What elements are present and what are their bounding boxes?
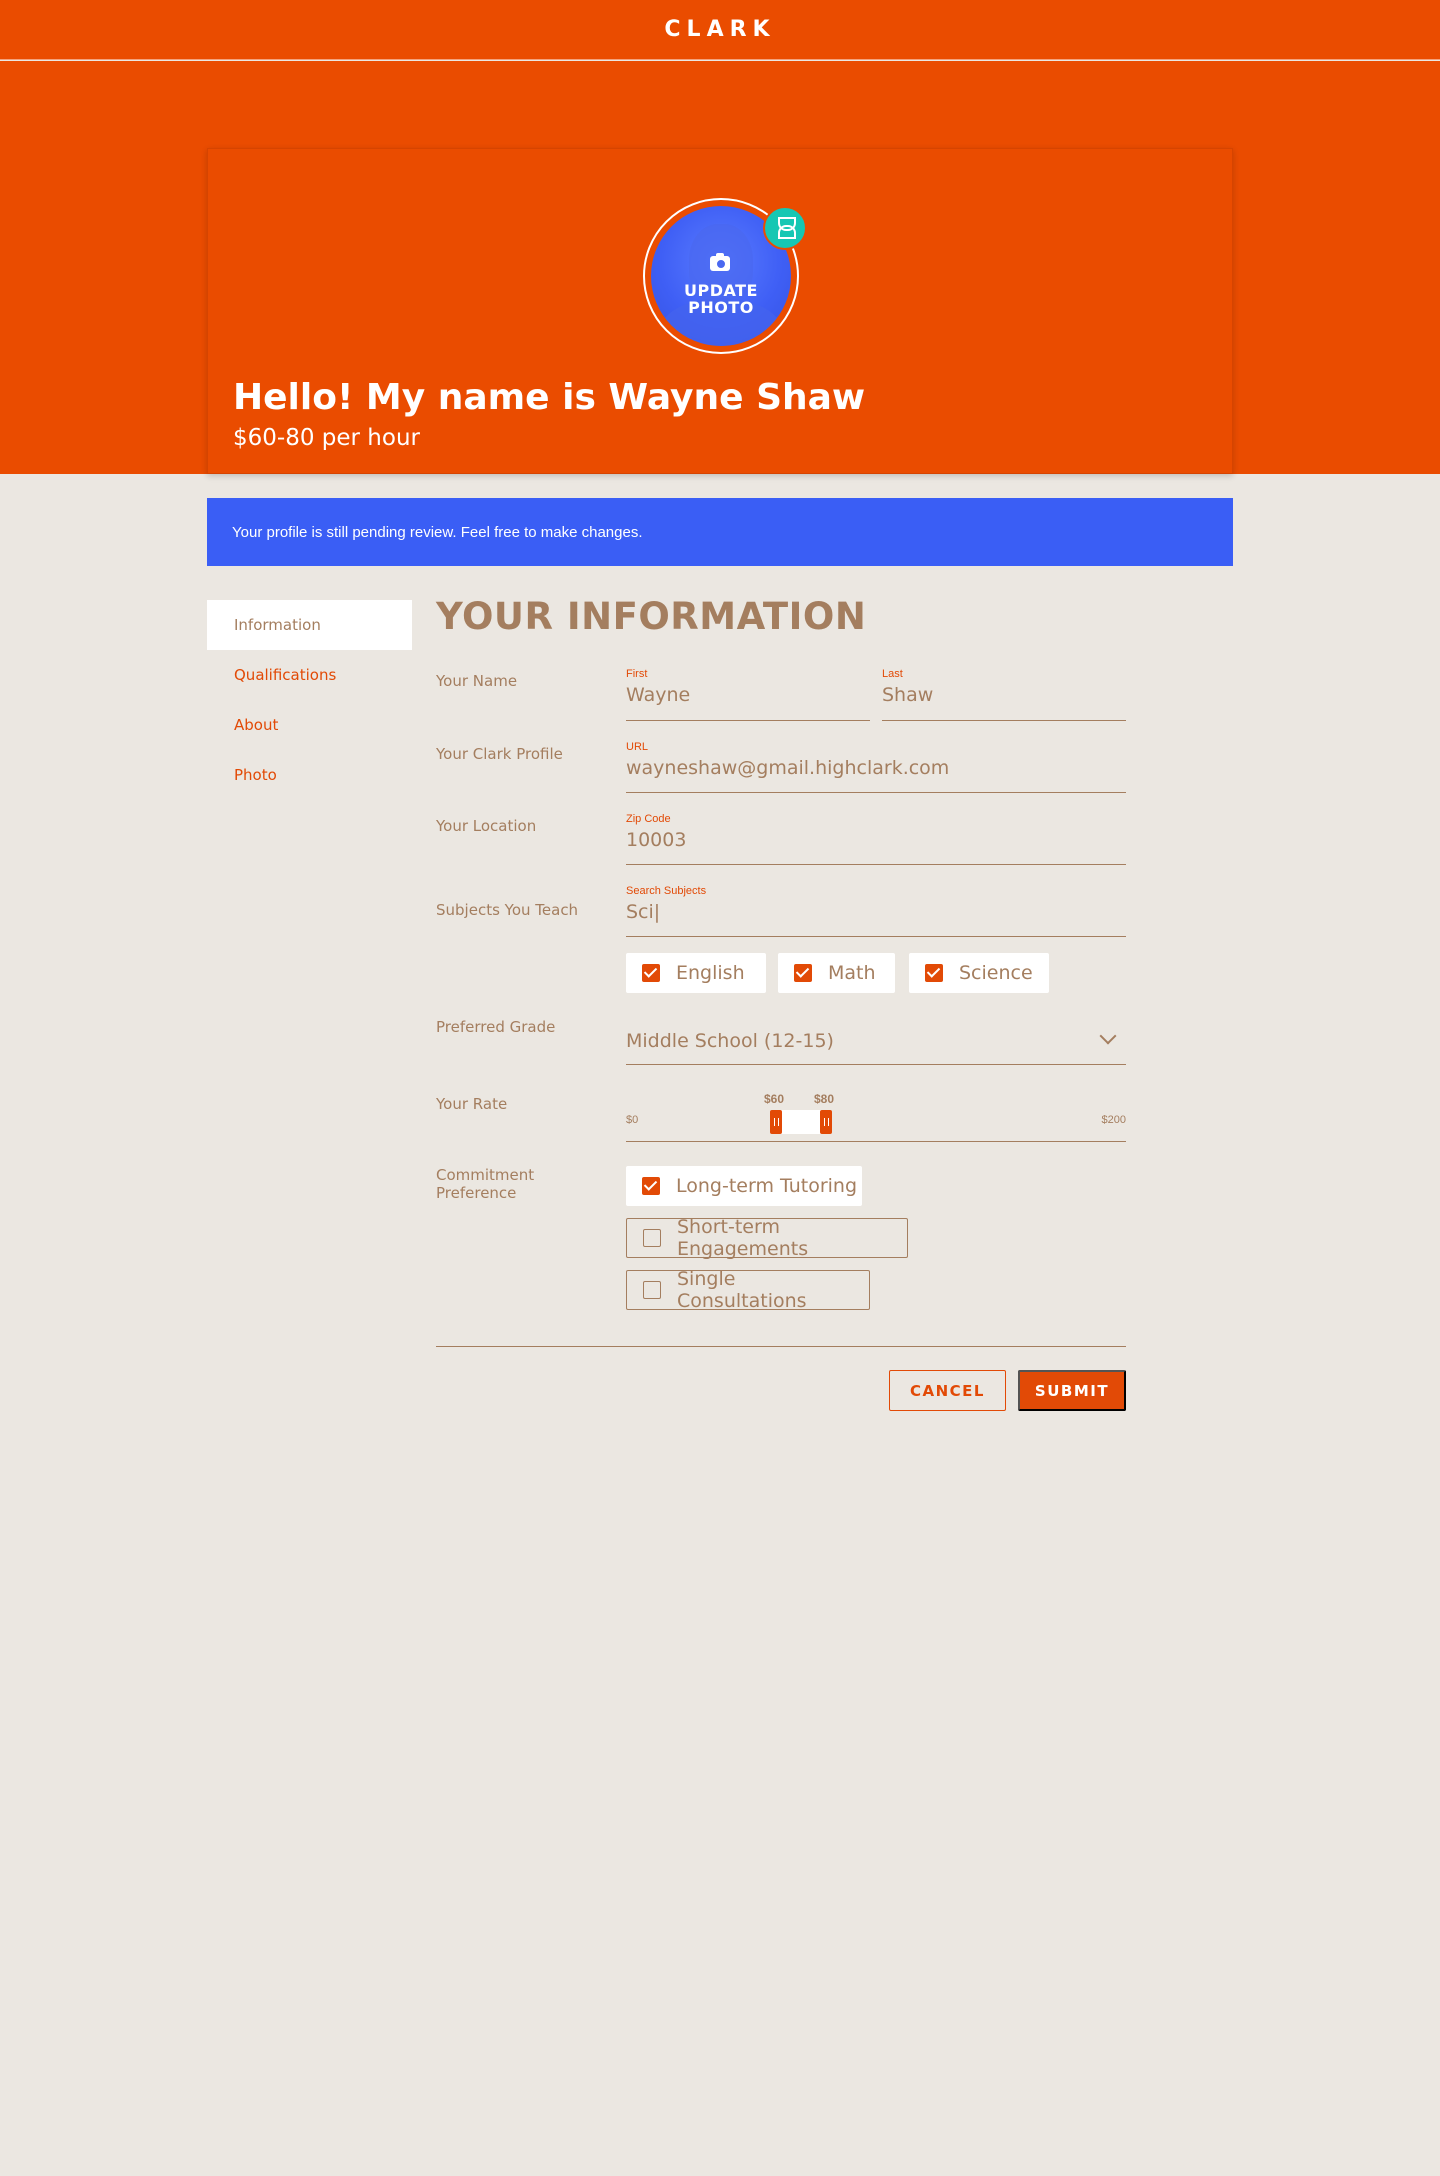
- first-name-value[interactable]: Wayne: [626, 684, 870, 706]
- camera-icon: [710, 253, 730, 271]
- form-divider: [436, 1346, 1126, 1347]
- sidebar-item-about[interactable]: About: [207, 700, 412, 750]
- subject-chip-label: Science: [959, 962, 1033, 984]
- profile-url-field[interactable]: URL wayneshaw@gmail.highclark.com: [626, 741, 1126, 793]
- commitment-option-label: Long-term Tutoring: [676, 1175, 858, 1197]
- slider-selected-range: [776, 1110, 826, 1134]
- cancel-button[interactable]: CANCEL: [889, 1370, 1006, 1411]
- profile-url-label: URL: [626, 741, 649, 753]
- subject-chip-science[interactable]: Science: [909, 953, 1049, 993]
- sidebar-item-information[interactable]: Information: [207, 600, 412, 650]
- pending-review-notice: Your profile is still pending review. Fe…: [207, 498, 1233, 566]
- commitment-option-short-term[interactable]: Short-term Engagements: [626, 1216, 908, 1260]
- zip-code-field[interactable]: Zip Code 10003: [626, 813, 1126, 865]
- update-photo-button[interactable]: UPDATE PHOTO: [651, 282, 791, 316]
- pending-badge: [763, 206, 807, 250]
- location-label: Your Location: [436, 817, 537, 835]
- profile-card: UPDATE PHOTO Hello! My name is Wayne Sha…: [207, 148, 1233, 474]
- commitment-label-line1: Commitment: [436, 1166, 535, 1184]
- update-photo-line2: PHOTO: [688, 298, 754, 317]
- slider-low-handle[interactable]: [770, 1110, 782, 1134]
- commitment-label-line2: Preference: [436, 1184, 517, 1202]
- subject-search-input[interactable]: Sci|: [626, 901, 1126, 923]
- profile-rate: $60-80 per hour: [233, 425, 420, 451]
- slider-low-value: $60: [764, 1092, 785, 1106]
- sidebar-item-photo[interactable]: Photo: [207, 750, 412, 800]
- page-title: YOUR INFORMATION: [436, 595, 867, 638]
- slider-high-handle[interactable]: [820, 1110, 832, 1134]
- subject-search-field[interactable]: Search Subjects Sci|: [626, 885, 1126, 937]
- grade-select[interactable]: Middle School (12-15): [626, 1020, 1126, 1065]
- rate-range-slider[interactable]: $0 $200 $60 $80: [626, 1090, 1126, 1142]
- subject-chip-math[interactable]: Math: [778, 953, 895, 993]
- commitment-option-label: Single Consultations: [677, 1268, 807, 1312]
- last-name-value[interactable]: Shaw: [882, 684, 1126, 706]
- subject-chip-english[interactable]: English: [626, 953, 766, 993]
- preferred-grade-label: Preferred Grade: [436, 1018, 556, 1036]
- sidebar: Information Qualifications About Photo: [207, 600, 412, 800]
- slider-high-value: $80: [814, 1092, 835, 1106]
- subject-chip-label: English: [676, 962, 745, 984]
- your-rate-label: Your Rate: [436, 1095, 508, 1113]
- checkbox-checked-icon[interactable]: [642, 1177, 660, 1195]
- slider-max-label: $200: [1101, 1114, 1126, 1126]
- commitment-label: Commitment Preference: [436, 1166, 534, 1202]
- zip-code-value[interactable]: 10003: [626, 829, 1126, 851]
- profile-url-value[interactable]: wayneshaw@gmail.highclark.com: [626, 757, 1126, 779]
- hourglass-icon: [777, 217, 796, 239]
- checkbox-checked-icon[interactable]: [925, 964, 943, 982]
- first-name-field[interactable]: First Wayne: [626, 668, 870, 721]
- last-name-label: Last: [882, 668, 903, 680]
- commitment-option-single[interactable]: Single Consultations: [626, 1268, 870, 1312]
- subject-search-label: Search Subjects: [626, 885, 707, 897]
- first-name-label: First: [626, 668, 648, 680]
- profile-greeting: Hello! My name is Wayne Shaw: [233, 377, 866, 418]
- checkbox-empty-icon[interactable]: [643, 1229, 661, 1247]
- commitment-option-long-term[interactable]: Long-term Tutoring: [626, 1166, 862, 1206]
- top-bar: CLARK: [0, 0, 1440, 60]
- information-form: YOUR INFORMATION: [436, 595, 1126, 638]
- last-name-field[interactable]: Last Shaw: [882, 668, 1126, 721]
- zip-code-label: Zip Code: [626, 813, 671, 825]
- grade-select-value: Middle School (12-15): [626, 1030, 834, 1052]
- submit-button[interactable]: SUBMIT: [1018, 1370, 1126, 1411]
- subject-chip-label: Math: [828, 962, 876, 984]
- clark-profile-label: Your Clark Profile: [436, 745, 563, 763]
- checkbox-checked-icon[interactable]: [642, 964, 660, 982]
- notice-text: Your profile is still pending review. Fe…: [232, 523, 643, 541]
- update-photo-line1: UPDATE: [684, 281, 758, 300]
- slider-min-label: $0: [626, 1114, 639, 1126]
- your-name-label: Your Name: [436, 672, 518, 690]
- clark-logo[interactable]: CLARK: [664, 17, 775, 42]
- checkbox-empty-icon[interactable]: [643, 1281, 661, 1299]
- chevron-down-icon[interactable]: [1099, 1027, 1117, 1045]
- checkbox-checked-icon[interactable]: [794, 964, 812, 982]
- sidebar-item-qualifications[interactable]: Qualifications: [207, 650, 412, 700]
- subjects-label: Subjects You Teach: [436, 901, 579, 919]
- commitment-option-label: Short-term Engagements: [677, 1216, 809, 1260]
